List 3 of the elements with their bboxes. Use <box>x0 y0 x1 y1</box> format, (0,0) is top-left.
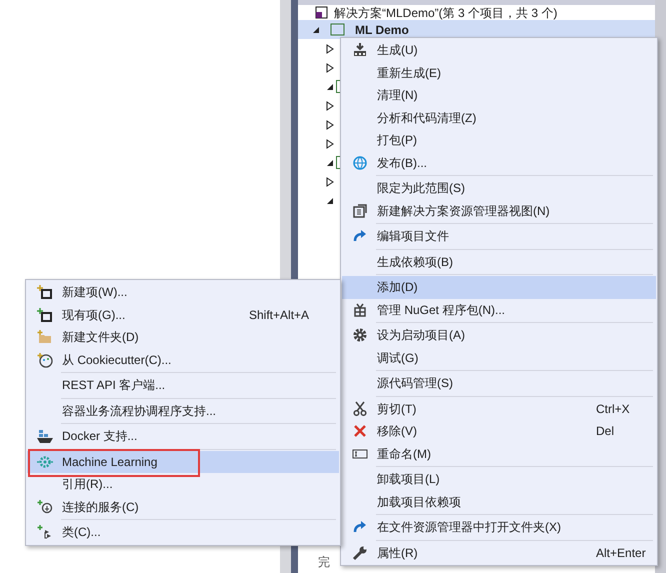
solution-label: 解决方案“MLDemo”(第 3 个项目，共 3 个) <box>334 4 558 22</box>
project-name: ML Demo <box>355 22 409 38</box>
status-text: 完 <box>318 554 330 571</box>
